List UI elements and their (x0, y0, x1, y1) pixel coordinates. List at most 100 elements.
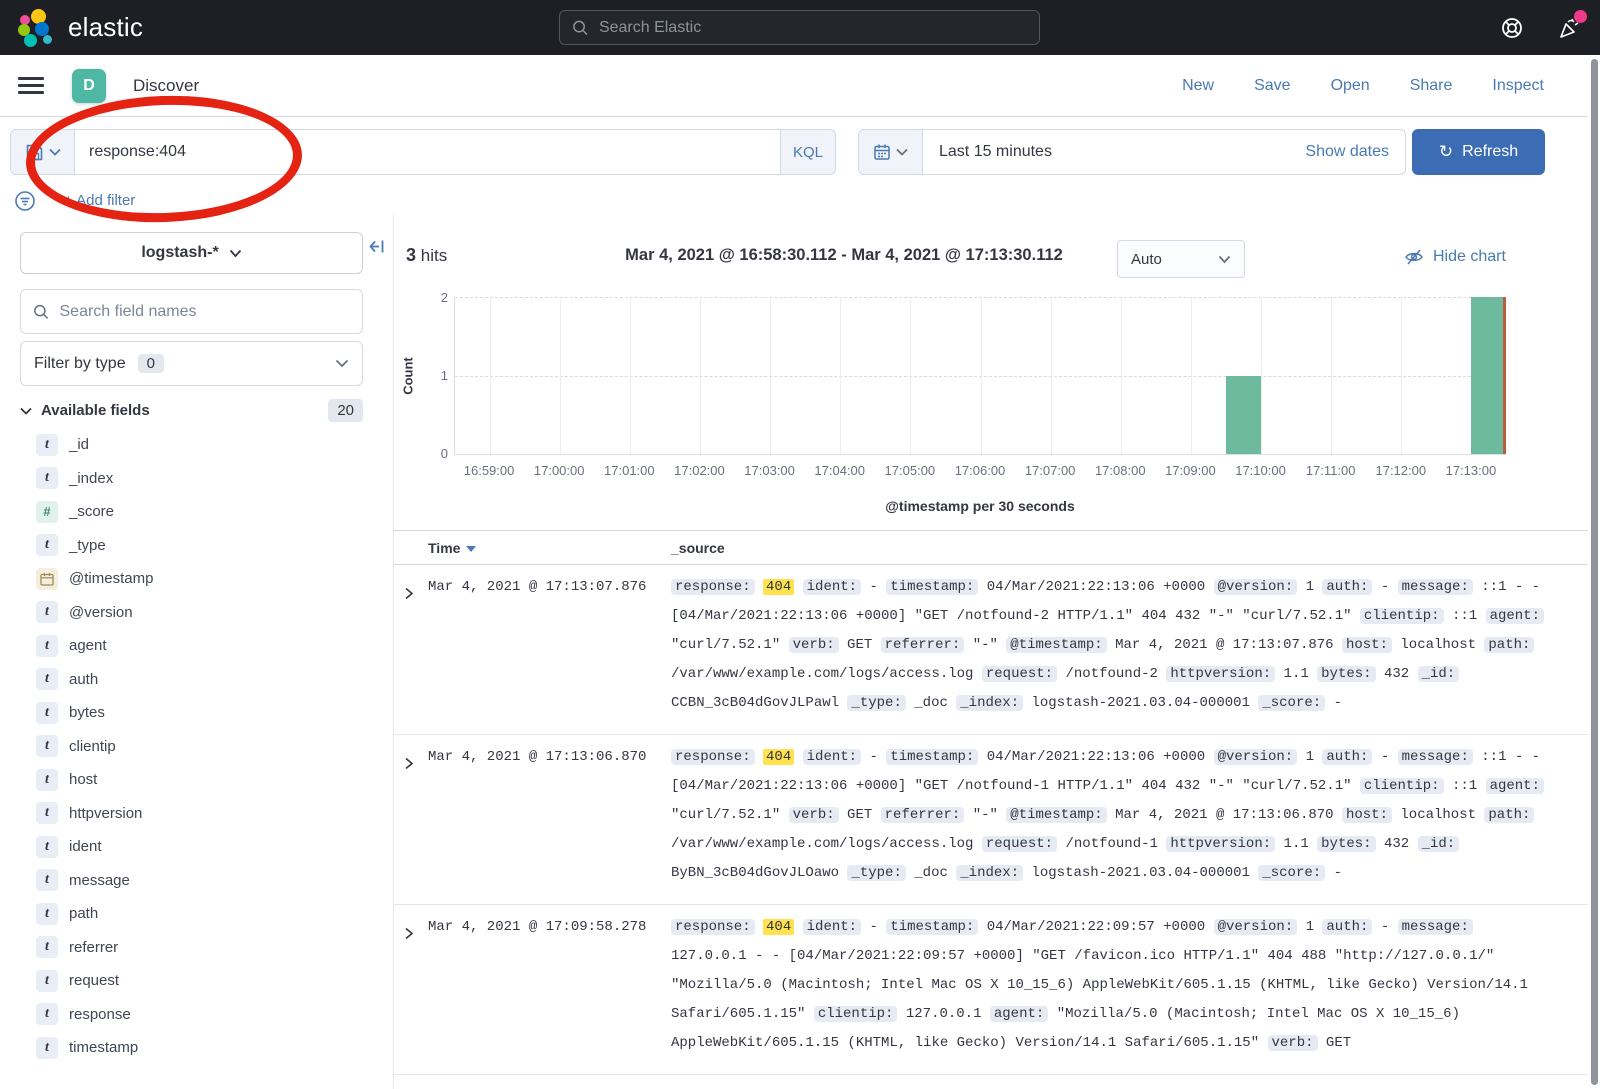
field-search[interactable] (20, 289, 363, 334)
available-fields-count-badge: 20 (328, 399, 363, 422)
global-search[interactable] (559, 10, 1040, 45)
query-input[interactable] (89, 143, 780, 161)
show-dates-link[interactable]: Show dates (1305, 143, 1389, 161)
field-item-response[interactable]: tresponse (20, 998, 362, 1032)
field-label-badge: timestamp: (886, 749, 978, 765)
document-row: Mar 4, 2021 @ 17:13:06.870response: 404 … (394, 735, 1600, 905)
menu-new[interactable]: New (1182, 77, 1214, 95)
global-search-input[interactable] (599, 19, 1027, 37)
field-label-badge: request: (982, 836, 1057, 852)
expand-row-icon[interactable] (402, 757, 415, 770)
field-label-badge: referrer: (881, 807, 965, 823)
text-field-icon: t (36, 869, 58, 891)
field-item-_index[interactable]: t_index (20, 462, 362, 496)
text-field-icon: t (36, 702, 58, 724)
field-item-host[interactable]: thost (20, 763, 362, 797)
chevron-down-icon (49, 148, 61, 156)
hits-count: 3 hits (406, 245, 447, 266)
menu-inspect[interactable]: Inspect (1492, 77, 1544, 95)
filter-by-type[interactable]: Filter by type 0 (20, 341, 363, 386)
plot-area[interactable] (454, 297, 1506, 455)
histogram-chart: Count 2 1 0 16:59:0017:00:0017:01:0017:0… (394, 290, 1549, 535)
menu-share[interactable]: Share (1410, 77, 1453, 95)
field-label-badge: _index: (956, 695, 1023, 711)
field-search-input[interactable] (60, 303, 351, 321)
expand-row-icon[interactable] (402, 587, 415, 600)
field-name: @timestamp (69, 570, 153, 587)
chevron-down-icon (1218, 255, 1231, 264)
filter-set-icon[interactable] (14, 190, 36, 212)
time-column-header[interactable]: Time (428, 540, 671, 556)
field-label-badge: auth: (1322, 919, 1372, 935)
field-label-badge: _type: (847, 865, 905, 881)
field-item-message[interactable]: tmessage (20, 864, 362, 898)
datepicker-group: Last 15 minutes Show dates (858, 129, 1406, 175)
text-field-icon: t (36, 970, 58, 992)
scrollbar-thumb[interactable] (1591, 59, 1598, 1085)
histogram-bar-17:13:00[interactable] (1471, 297, 1506, 454)
field-label-badge: verb: (1268, 1035, 1318, 1051)
sort-desc-icon (466, 546, 476, 552)
field-item-bytes[interactable]: tbytes (20, 696, 362, 730)
field-name: referrer (69, 939, 118, 956)
menu-icon[interactable] (18, 73, 44, 98)
field-item-ident[interactable]: tident (20, 830, 362, 864)
refresh-button[interactable]: ↻ Refresh (1412, 129, 1545, 175)
menu-save[interactable]: Save (1254, 77, 1290, 95)
field-label-badge: message: (1398, 579, 1473, 595)
grid-line (1121, 297, 1122, 454)
document-row: Mar 4, 2021 @ 17:13:07.876response: 404 … (394, 565, 1600, 735)
top-menu: New Save Open Share Inspect (1182, 77, 1544, 95)
collapse-sidebar-icon[interactable] (367, 237, 386, 256)
help-icon[interactable] (1500, 16, 1524, 40)
chevron-down-icon (335, 359, 349, 368)
datepicker-quick-menu[interactable] (859, 130, 923, 174)
grid-line (1401, 297, 1402, 454)
field-label-badge: timestamp: (886, 579, 978, 595)
field-label-badge: httpversion: (1166, 836, 1275, 852)
field-item-clientip[interactable]: tclientip (20, 730, 362, 764)
field-label-badge: ident: (803, 579, 861, 595)
field-item-timestamp[interactable]: ttimestamp (20, 1031, 362, 1065)
text-field-icon: t (36, 1003, 58, 1025)
field-label-badge: response: (671, 749, 755, 765)
hide-chart-link[interactable]: Hide chart (1404, 247, 1506, 267)
text-field-icon: t (36, 769, 58, 791)
doc-time: Mar 4, 2021 @ 17:13:06.870 (428, 743, 671, 888)
news-feed-icon[interactable] (1558, 16, 1582, 40)
field-item-@version[interactable]: t@version (20, 596, 362, 630)
field-item-referrer[interactable]: t referrer (20, 931, 362, 965)
field-label-badge: @version: (1214, 749, 1298, 765)
page-scrollbar[interactable] (1588, 55, 1600, 1089)
field-label-badge: verb: (789, 637, 839, 653)
field-item-auth[interactable]: tauth (20, 663, 362, 697)
index-pattern-select[interactable]: logstash-* (20, 232, 363, 274)
y-tick: 0 (422, 446, 448, 461)
notification-dot (1574, 10, 1587, 23)
field-item-path[interactable]: tpath (20, 897, 362, 931)
field-item-httpversion[interactable]: thttpversion (20, 797, 362, 831)
add-filter-link[interactable]: + Add filter (64, 192, 135, 209)
x-axis-title: @timestamp per 30 seconds (454, 498, 1506, 514)
histogram-bar-17:09:30[interactable] (1226, 376, 1261, 455)
text-field-icon: t (36, 936, 58, 958)
text-field-icon: t (36, 467, 58, 489)
field-label-badge: httpversion: (1166, 666, 1275, 682)
refresh-icon: ↻ (1439, 142, 1453, 162)
field-item-_id[interactable]: t_id (20, 428, 362, 462)
field-item-request[interactable]: trequest (20, 964, 362, 998)
expand-row-icon[interactable] (402, 927, 415, 940)
grid-line (1191, 297, 1192, 454)
menu-open[interactable]: Open (1331, 77, 1370, 95)
interval-select[interactable]: Auto (1117, 240, 1245, 278)
field-label-badge: _score: (1258, 865, 1325, 881)
field-item-_type[interactable]: t_type (20, 529, 362, 563)
time-range-value[interactable]: Last 15 minutes (939, 143, 1052, 161)
saved-query-menu[interactable] (11, 130, 75, 174)
field-item-_score[interactable]: #_score (20, 495, 362, 529)
field-item-agent[interactable]: tagent (20, 629, 362, 663)
number-field-icon: # (36, 501, 58, 523)
available-fields-header[interactable]: Available fields 20 (20, 399, 363, 422)
field-item-@timestamp[interactable]: @timestamp (20, 562, 362, 596)
query-language-button[interactable]: KQL (780, 130, 835, 174)
